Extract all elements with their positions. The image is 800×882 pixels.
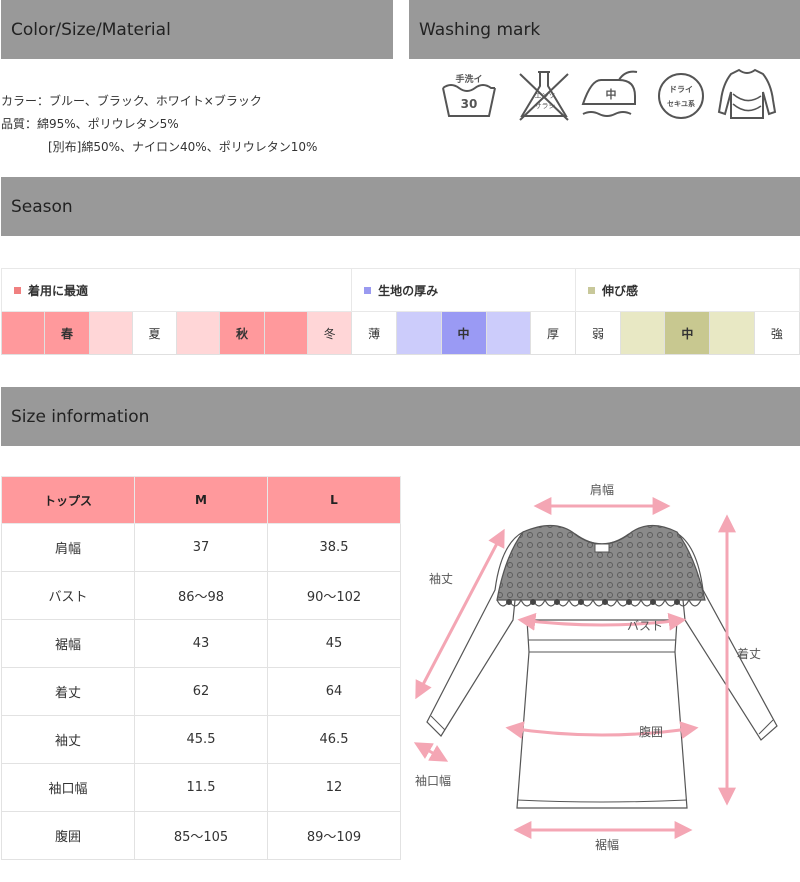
- thickness-legend-swatch: [364, 286, 372, 294]
- measure-label: 袖丈: [1, 715, 135, 764]
- stretch-label: 伸び感: [601, 283, 638, 298]
- iron-medium-icon: 中: [581, 70, 638, 117]
- stretch-strong: 強: [753, 311, 800, 355]
- color-info: カラー：ブルー、ブラック、ホワイト×ブラック: [1, 94, 262, 108]
- section-header-washing-mark: Washing mark: [409, 0, 800, 59]
- garment-measurement-diagram: 肩幅 袖丈 バスト 着丈 腹囲 袖口幅 裾幅: [413, 482, 778, 852]
- season-autumn: 秋: [219, 311, 265, 355]
- hand-wash-label: 手洗イ: [455, 73, 482, 85]
- measure-m: 85～105: [134, 811, 268, 860]
- measure-label: 裾幅: [1, 619, 135, 668]
- season-best-label: 着用に最適: [28, 283, 89, 298]
- section-title: Season: [11, 196, 73, 217]
- measure-label: 肩幅: [1, 523, 135, 572]
- cuff-width-label: 袖口幅: [415, 773, 451, 788]
- season-best-header: 着用に最適: [0, 268, 353, 312]
- measure-m: 62: [134, 667, 268, 716]
- dry-clean-petroleum-icon: ドライ セキユ系: [658, 73, 704, 119]
- section-title: Color/Size/Material: [11, 19, 171, 40]
- measure-l: 38.5: [267, 523, 401, 572]
- section-title: Washing mark: [419, 19, 541, 40]
- size-table: トップス M L 肩幅 37 38.5 バスト 86～98 90～102 裾幅 …: [1, 476, 401, 860]
- size-header-l: L: [267, 476, 401, 524]
- table-row: 肩幅 37 38.5: [1, 523, 401, 572]
- thickness-medium: 中: [440, 311, 487, 355]
- measure-label: 腹囲: [1, 811, 135, 860]
- measure-m: 45.5: [134, 715, 268, 764]
- measure-label: 着丈: [1, 667, 135, 716]
- measure-m: 86～98: [134, 571, 268, 620]
- hand-wash-30-icon: 手洗イ 30: [442, 73, 496, 117]
- table-row: バスト 86～98 90～102: [1, 571, 401, 620]
- shoulder-width-label: 肩幅: [590, 482, 614, 497]
- hem-width-label: 裾幅: [595, 837, 619, 852]
- dry-label-2: セキユ系: [667, 99, 695, 108]
- table-row: 袖口幅 11.5 12: [1, 763, 401, 812]
- bust-label: バスト: [627, 619, 663, 633]
- bleach-label-2: サラシ: [535, 102, 556, 110]
- thickness-cell-fill: [485, 311, 531, 355]
- dry-label-1: ドライ: [669, 85, 693, 94]
- measure-m: 37: [134, 523, 268, 572]
- measure-l: 64: [267, 667, 401, 716]
- season-spring: 春: [44, 311, 90, 355]
- measure-m: 11.5: [134, 763, 268, 812]
- iron-level-label: 中: [606, 87, 617, 101]
- measure-l: 89～109: [267, 811, 401, 860]
- size-header-m: M: [134, 476, 268, 524]
- season-cell-fill: [88, 311, 133, 355]
- measure-l: 90～102: [267, 571, 401, 620]
- thickness-label: 生地の厚み: [378, 283, 439, 298]
- season-table-value-row: 春 夏 秋 冬 薄 中 厚 弱 中 強: [0, 311, 800, 355]
- flat-dry-sweater-icon: [717, 68, 777, 119]
- measure-l: 12: [267, 763, 401, 812]
- thickness-header: 生地の厚み: [351, 268, 576, 312]
- season-summer: 夏: [131, 311, 178, 355]
- body-length-label: 着丈: [737, 646, 761, 661]
- section-header-size-information: Size information: [1, 387, 800, 446]
- season-cell-fill: [263, 311, 309, 355]
- table-row: 着丈 62 64: [1, 667, 401, 716]
- quality-info: 品質：綿95%、ポリウレタン5%: [1, 117, 179, 131]
- garment-body: [516, 619, 688, 809]
- waist-label: 腹囲: [639, 725, 663, 739]
- thickness-thin: 薄: [351, 311, 398, 355]
- measure-label: バスト: [1, 571, 135, 620]
- thickness-cell-fill: [396, 311, 442, 355]
- stretch-header: 伸び感: [574, 268, 800, 312]
- lace-yoke: [496, 524, 706, 601]
- separate-fabric-info: [別布]綿50%、ナイロン40%、ポリウレタン10%: [48, 140, 318, 154]
- table-row: 袖丈 45.5 46.5: [1, 715, 401, 764]
- stretch-legend-swatch: [587, 286, 595, 294]
- table-row: 腹囲 85～105 89～109: [1, 811, 401, 860]
- no-chlorine-bleach-icon: エンソ サラシ: [519, 71, 569, 121]
- hand-wash-temperature: 30: [461, 97, 478, 111]
- season-cell-fill: [176, 311, 221, 355]
- season-table-header-row: 着用に最適 生地の厚み 伸び感: [0, 268, 800, 312]
- sleeve-length-label: 袖丈: [429, 571, 453, 586]
- section-header-color-size-material: Color/Size/Material: [1, 0, 393, 59]
- size-table-header-row: トップス M L: [1, 476, 401, 524]
- stretch-cell-fill: [709, 311, 755, 355]
- measure-l: 46.5: [267, 715, 401, 764]
- stretch-cell-fill: [620, 311, 666, 355]
- section-header-season: Season: [1, 177, 800, 236]
- stretch-weak: 弱: [574, 311, 622, 355]
- season-cell-fill: [0, 311, 46, 355]
- section-title: Size information: [11, 406, 150, 427]
- thickness-thick: 厚: [529, 311, 576, 355]
- season-legend-swatch: [14, 286, 21, 294]
- table-row: 裾幅 43 45: [1, 619, 401, 668]
- season-winter: 冬: [307, 311, 353, 355]
- measure-l: 45: [267, 619, 401, 668]
- measure-label: 袖口幅: [1, 763, 135, 812]
- season-fabric-table: 着用に最適 生地の厚み 伸び感 春 夏 秋 冬 薄 中 厚 弱 中 強: [0, 268, 800, 355]
- stretch-medium: 中: [664, 311, 711, 355]
- bleach-label-1: エンソ: [535, 92, 556, 100]
- measure-m: 43: [134, 619, 268, 668]
- size-header-category: トップス: [1, 476, 135, 524]
